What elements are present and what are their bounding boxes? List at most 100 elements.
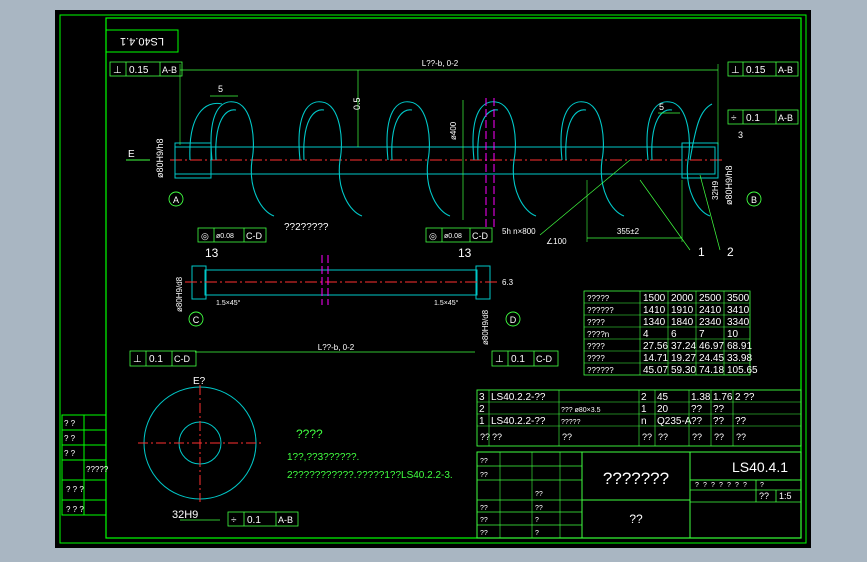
stage-label: ?: [760, 482, 764, 489]
param-table-cell: 3500: [727, 293, 750, 304]
title-row-label: ??: [480, 530, 488, 537]
tolerance-datum: C-D: [472, 231, 488, 241]
tolerance-datum: A-B: [778, 113, 793, 123]
stage-label: ?: [695, 482, 699, 489]
leader-1-label: 1: [698, 245, 705, 259]
datum-a-label: A: [173, 195, 179, 205]
parts-list-cell: 1: [641, 404, 647, 415]
datum-c-label: C: [193, 315, 200, 325]
tolerance-value: 0.1: [746, 113, 760, 124]
stage-label: ?: [719, 482, 723, 489]
pitch-dimension: 355±2: [617, 227, 640, 236]
param-table-cell: 37.24: [671, 341, 696, 352]
tolerance-datum: A-B: [162, 65, 177, 75]
tolerance-datum: A-B: [778, 65, 793, 75]
parts-list-cell: 2: [641, 392, 647, 403]
right-width-dimension: 32H9: [711, 180, 720, 200]
parts-list-cell: n: [641, 416, 647, 427]
parts-list-cell: 1: [479, 416, 485, 427]
datum-d-label: D: [510, 315, 517, 325]
tolerance-value: ø0.08: [216, 233, 234, 240]
title-sign-label: ??: [535, 505, 543, 512]
shaft-right-diameter: ø80H9/d8: [481, 309, 490, 345]
scale-value: 1:5: [779, 491, 792, 501]
param-table-cell: 24.45: [699, 353, 724, 364]
title-row-label: ??: [480, 458, 488, 465]
right-diameter-dimension: ø80H9/h8: [724, 165, 734, 205]
tolerance-value: ø0.08: [444, 233, 462, 240]
param-table-cell: 45.07: [643, 365, 668, 376]
param-table-cell: 3410: [727, 305, 750, 316]
param-table-cell: 4: [643, 329, 649, 340]
param-table-cell: ??????: [587, 306, 614, 315]
param-table-cell: 1410: [643, 305, 666, 316]
param-table-cell: 105.65: [727, 365, 758, 376]
parts-list-cell: ??: [713, 416, 725, 427]
param-table-cell: 1340: [643, 317, 666, 328]
param-table-cell: ??????: [587, 366, 614, 375]
section-width-dimension: 32H9: [172, 509, 198, 521]
param-table-cell: ????: [587, 354, 605, 363]
tolerance-value: 0.1: [247, 515, 261, 526]
notes-line-1: 1??,??3??????.: [287, 452, 359, 463]
parts-list-cell: ??: [691, 416, 703, 427]
drawing-area: [55, 10, 811, 548]
weld-left-label: 5: [218, 84, 223, 94]
param-table-cell: 2000: [671, 293, 694, 304]
parts-list-cell: Q235-A: [657, 416, 692, 427]
parts-list-cell: 2: [479, 404, 485, 415]
leader-2-label: 2: [727, 245, 734, 259]
param-table-cell: 33.98: [727, 353, 752, 364]
param-table-cell: ????: [587, 342, 605, 351]
left-strip-label: ? ?: [64, 434, 76, 443]
tolerance-symbol: ⊥: [133, 354, 142, 365]
parts-list-cell: ??: [735, 416, 747, 427]
top-label-text: LS40.4.1: [120, 35, 164, 47]
shaft-chamfer-left: 1.5×45°: [216, 299, 241, 307]
shaft-left-diameter: ø80H9/d8: [175, 276, 184, 312]
drawing-number: LS40.4.1: [732, 459, 788, 475]
parts-list-cell: 2 ??: [735, 392, 755, 403]
parts-list-cell: ??: [691, 404, 703, 415]
parts-list-cell: ?????: [561, 419, 581, 426]
left-strip-label: ? ?: [64, 449, 76, 458]
drawing-name: ???????: [603, 469, 669, 488]
angle-note: ∠100: [546, 237, 567, 246]
parts-list-cell: LS40.2.2-??: [491, 392, 546, 403]
surface-roughness: 6.3: [502, 278, 514, 287]
stage-label: ?: [711, 482, 715, 489]
param-table-cell: 1840: [671, 317, 694, 328]
param-table-cell: ????: [587, 318, 605, 327]
title-sign-label: ??: [535, 491, 543, 498]
param-table-cell: 1500: [643, 293, 666, 304]
param-table-cell: 2500: [699, 293, 722, 304]
shaft-chamfer-right: 1.5×45°: [434, 299, 459, 307]
param-table-cell: 14.71: [643, 353, 668, 364]
tolerance-value: 0.15: [746, 65, 766, 76]
tolerance-symbol: ◎: [201, 231, 209, 241]
title-sign-label: ?: [535, 530, 539, 537]
left-diameter-dimension: ø80H9/h8: [155, 138, 165, 178]
param-table-cell: 19.27: [671, 353, 696, 364]
parts-list-header: ??: [562, 432, 572, 442]
tolerance-value: 0.1: [511, 354, 525, 365]
parts-list-cell: 20: [657, 404, 669, 415]
tolerance-frame-right-top: ⊥ 0.15 A-B: [727, 61, 799, 77]
section-e-label: E?: [193, 376, 206, 387]
parts-list-header: ??: [642, 432, 652, 442]
tolerance-symbol: ◎: [429, 231, 437, 241]
stage-label: ?: [735, 482, 739, 489]
weld-right-label: 5: [659, 102, 664, 112]
notes-line-2: 2???????????.?????1??LS40.2.2-3.: [287, 470, 453, 481]
tolerance-datum: C-D: [536, 354, 552, 364]
title-sign-label: ?: [535, 517, 539, 524]
leader-3-label: 3: [738, 130, 743, 140]
parts-list-header: ??: [692, 432, 702, 442]
tolerance-symbol: ÷: [231, 515, 237, 526]
tolerance-datum: C-D: [246, 231, 262, 241]
tolerance-datum: C-D: [174, 354, 190, 364]
parts-list-header: ??: [714, 432, 724, 442]
title-row-label: ??: [480, 517, 488, 524]
parts-list-cell: 3: [479, 392, 485, 403]
param-table-cell: ????n: [587, 330, 609, 339]
